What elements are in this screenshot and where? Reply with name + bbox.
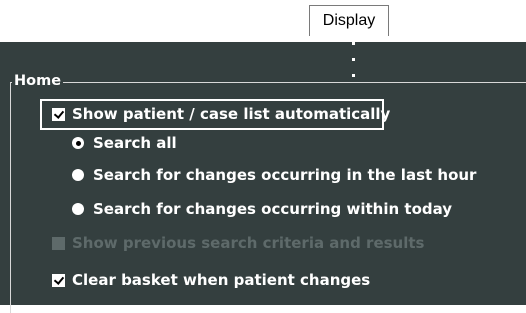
resize-handle[interactable] [350,42,356,77]
home-group-title: Home [12,71,64,91]
tab-display[interactable]: Display [309,5,389,36]
show-previous-label: Show previous search criteria and result… [72,234,425,252]
handle-dot [351,58,355,61]
radio-unselected-icon[interactable] [72,169,84,181]
show-previous-checkbox[interactable]: Show previous search criteria and result… [52,233,424,253]
radio-selected-icon[interactable] [72,137,84,149]
checkbox-disabled-icon[interactable] [52,236,65,250]
checkbox-checked-icon[interactable] [52,273,65,287]
settings-panel: Home Show patient / case list automatica… [0,42,526,313]
search-last-hour-radio[interactable]: Search for changes occurring in the last… [72,165,476,185]
search-last-hour-label: Search for changes occurring in the last… [93,166,477,184]
handle-dot [351,74,355,77]
show-list-label: Show patient / case list automatically [72,105,391,123]
search-all-label: Search all [93,134,177,152]
search-today-label: Search for changes occurring within toda… [93,200,453,218]
clear-basket-label: Clear basket when patient changes [72,271,371,289]
show-list-checkbox[interactable]: Show patient / case list automatically [52,104,390,124]
radio-unselected-icon[interactable] [72,203,84,215]
clear-basket-checkbox[interactable]: Clear basket when patient changes [52,270,370,290]
handle-dot [351,42,355,45]
search-all-radio[interactable]: Search all [72,133,177,153]
search-today-radio[interactable]: Search for changes occurring within toda… [72,199,452,219]
checkbox-checked-icon[interactable] [52,107,65,121]
tab-display-label: Display [322,12,376,29]
